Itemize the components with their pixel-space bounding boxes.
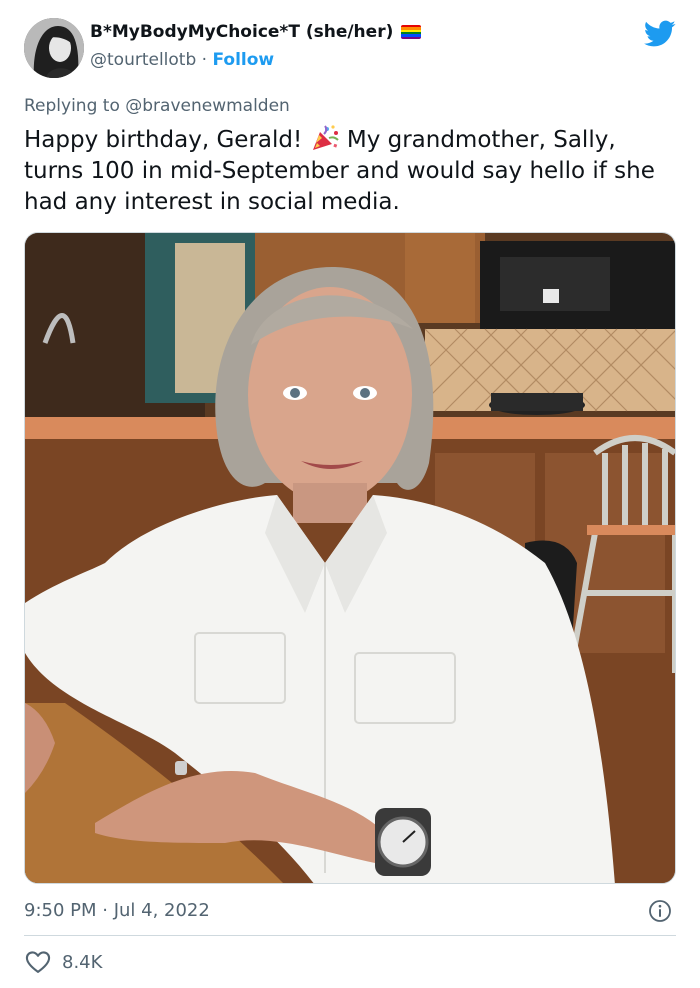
tweet-timestamp[interactable]: 9:50 PM · Jul 4, 2022 (24, 900, 210, 921)
rainbow-flag-icon (401, 25, 422, 39)
tweet-photo[interactable] (24, 232, 676, 884)
party-popper-icon (312, 125, 339, 150)
heart-icon[interactable] (24, 948, 52, 976)
replying-to-label: Replying to (24, 96, 120, 116)
tweet-text-part-1: Happy birthday, Gerald! (24, 127, 303, 153)
display-name[interactable]: B*MyBodyMyChoice*T (she/her) (90, 22, 393, 42)
avatar-image (24, 18, 84, 78)
like-count: 8.4K (62, 951, 103, 973)
photo-image (25, 233, 675, 883)
twitter-bird-icon[interactable] (644, 20, 676, 48)
name-row: B*MyBodyMyChoice*T (she/her) (90, 22, 422, 42)
handle-row: @tourtellotb · Follow (90, 50, 274, 70)
replying-to: Replying to @bravenewmalden (24, 96, 290, 116)
tweet-header: B*MyBodyMyChoice*T (she/her) @tourtellot… (24, 18, 676, 80)
author-handle[interactable]: @tourtellotb (90, 50, 196, 70)
like-row[interactable]: 8.4K (24, 948, 102, 976)
author-avatar[interactable] (24, 18, 84, 78)
timestamp-row: 9:50 PM · Jul 4, 2022 (24, 898, 676, 926)
reply-mention-link[interactable]: @bravenewmalden (125, 96, 290, 116)
info-icon[interactable] (648, 899, 672, 923)
tweet-text: Happy birthday, Gerald! My grandmother, … (24, 124, 676, 218)
divider (24, 935, 676, 936)
follow-button[interactable]: Follow (212, 50, 274, 70)
handle-separator: · (201, 50, 208, 70)
